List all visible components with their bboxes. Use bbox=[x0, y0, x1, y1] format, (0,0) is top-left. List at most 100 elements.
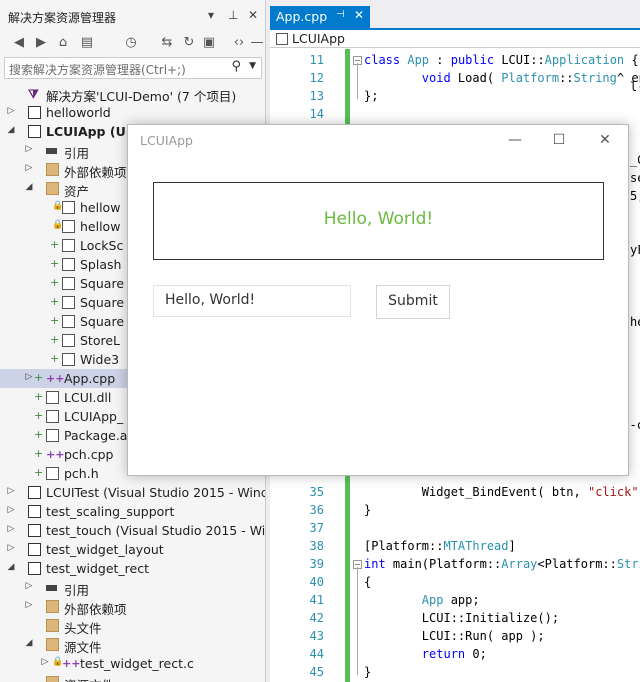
code-token: void bbox=[421, 71, 458, 85]
close-icon[interactable]: ✕ bbox=[354, 8, 364, 22]
references-icon bbox=[46, 585, 57, 591]
tree-item-label: 资源文件 bbox=[64, 675, 114, 682]
tree-item[interactable]: 资源文件 bbox=[0, 673, 265, 682]
code-token: 0; bbox=[472, 647, 487, 661]
tree-item[interactable]: ⧩ 解决方案'LCUI-Demo' (7 个项目) bbox=[0, 84, 265, 104]
line-number: 39 bbox=[309, 557, 324, 571]
collapse-arrow-icon[interactable]: ◢ bbox=[24, 182, 34, 192]
tree-item[interactable]: ◢ 源文件 bbox=[0, 635, 265, 655]
search-input[interactable]: 搜索解决方案资源管理器(Ctrl+;) ⚲ ▼ bbox=[4, 57, 262, 79]
code-line: int main(Platform::Array<Platform::Strin bbox=[364, 557, 640, 571]
pending-add-icon: + bbox=[50, 257, 60, 270]
collapse-all-icon[interactable]: ▣ bbox=[200, 34, 218, 52]
code-token: Strin bbox=[616, 557, 640, 571]
tree-item-label: LCUIApp (U bbox=[46, 124, 126, 139]
expand-arrow-icon[interactable]: ▷ bbox=[40, 657, 50, 667]
line-number: 14 bbox=[309, 107, 324, 121]
code-token: : bbox=[429, 53, 451, 67]
code-line: }; bbox=[364, 89, 378, 103]
home-icon[interactable]: ⌂ bbox=[54, 34, 72, 52]
tree-item[interactable]: ▷ 🔒 ++ test_widget_rect.c bbox=[0, 654, 265, 673]
project-icon bbox=[28, 524, 41, 537]
code-token: :: bbox=[559, 71, 574, 85]
image-icon bbox=[62, 334, 75, 347]
nav-project-label: LCUIApp bbox=[292, 31, 345, 46]
search-placeholder: 搜索解决方案资源管理器(Ctrl+;) bbox=[9, 63, 186, 77]
project-icon bbox=[28, 106, 41, 119]
expand-arrow-icon[interactable]: ▷ bbox=[6, 543, 16, 553]
line-number: 41 bbox=[309, 593, 324, 607]
file-icon bbox=[62, 220, 75, 233]
code-fragment: set bbox=[630, 171, 640, 185]
tree-item-label: test_widget_rect bbox=[46, 561, 149, 576]
expand-arrow-icon[interactable]: ▷ bbox=[24, 372, 34, 382]
refresh-icon[interactable]: ↻ bbox=[180, 34, 198, 52]
code-token: LCUI:: bbox=[501, 53, 545, 67]
tree-item-label: hellow bbox=[80, 200, 121, 215]
code-token: }; bbox=[364, 89, 379, 103]
folder-icon bbox=[46, 619, 59, 632]
navigation-bar[interactable]: LCUIApp bbox=[270, 30, 640, 48]
expand-arrow-icon[interactable]: ▷ bbox=[6, 505, 16, 515]
file-icon bbox=[46, 429, 59, 442]
collapse-arrow-icon[interactable]: ◢ bbox=[6, 125, 16, 135]
search-icon[interactable]: ⚲ bbox=[231, 59, 241, 74]
pending-add-icon: + bbox=[50, 238, 60, 251]
expand-arrow-icon[interactable]: ▷ bbox=[24, 144, 34, 154]
back-icon[interactable]: ◀ bbox=[10, 34, 28, 52]
tree-item[interactable]: ▷ 引用 bbox=[0, 578, 265, 598]
image-icon bbox=[62, 239, 75, 252]
pending-add-icon: + bbox=[50, 295, 60, 308]
close-icon[interactable]: ✕ bbox=[248, 8, 258, 22]
collapse-arrow-icon[interactable]: ◢ bbox=[24, 638, 34, 648]
code-icon[interactable]: ‹› bbox=[230, 34, 248, 52]
code-line: App app; bbox=[364, 593, 480, 607]
line-number: 44 bbox=[309, 647, 324, 661]
panel-dropdown-icon[interactable]: ▾ bbox=[208, 8, 214, 22]
submit-button[interactable]: Submit bbox=[376, 285, 450, 319]
tree-item[interactable]: ▷ test_touch (Visual Studio 2015 - Win bbox=[0, 521, 265, 540]
fold-guide bbox=[357, 567, 358, 675]
editor-tab-bar: App.cpp ⊣ ✕ bbox=[270, 0, 640, 28]
sync-icon[interactable]: ⇆ bbox=[158, 34, 176, 52]
collapse-arrow-icon[interactable]: ◢ bbox=[6, 562, 16, 572]
solution-icon: ⧩ bbox=[28, 87, 39, 101]
search-dropdown-icon[interactable]: ▼ bbox=[249, 61, 256, 71]
pending-add-icon: + bbox=[34, 428, 44, 441]
forward-icon[interactable]: ▶ bbox=[32, 34, 50, 52]
pin-icon[interactable]: ⊣ bbox=[336, 9, 345, 20]
tree-item[interactable]: ▷ helloworld bbox=[0, 103, 265, 122]
folder-icon bbox=[46, 600, 59, 613]
tree-item[interactable]: ◢ test_widget_rect bbox=[0, 559, 265, 578]
tree-item[interactable]: ▷ 外部依赖项 bbox=[0, 597, 265, 617]
project-icon bbox=[28, 486, 41, 499]
expand-arrow-icon[interactable]: ▷ bbox=[24, 163, 34, 173]
tree-item-label: LCUITest (Visual Studio 2015 - Wind bbox=[46, 485, 266, 500]
image-icon bbox=[62, 258, 75, 271]
switch-views-icon[interactable]: ▤ bbox=[78, 34, 96, 52]
expand-arrow-icon[interactable]: ▷ bbox=[6, 106, 16, 116]
tree-item[interactable]: ▷ test_scaling_support bbox=[0, 502, 265, 521]
code-fragment: l( bbox=[630, 80, 640, 94]
close-button[interactable]: ✕ bbox=[590, 129, 620, 151]
tab-app-cpp[interactable]: App.cpp ⊣ ✕ bbox=[270, 6, 370, 28]
text-input[interactable]: Hello, World! bbox=[153, 285, 351, 317]
tree-item[interactable]: ▷ LCUITest (Visual Studio 2015 - Wind bbox=[0, 483, 266, 502]
code-token: "click" bbox=[587, 485, 639, 499]
maximize-button[interactable]: ☐ bbox=[544, 129, 574, 151]
expand-arrow-icon[interactable]: ▷ bbox=[24, 600, 34, 610]
folder-icon bbox=[46, 638, 59, 651]
history-icon[interactable]: ◷ bbox=[122, 34, 140, 52]
expand-arrow-icon[interactable]: ▷ bbox=[6, 486, 16, 496]
folder-icon bbox=[46, 182, 59, 195]
references-icon bbox=[46, 148, 57, 154]
tree-item[interactable]: ▷ test_widget_layout bbox=[0, 540, 265, 559]
pin-icon[interactable]: ⊥ bbox=[228, 8, 238, 22]
cpp-file-icon: ++ bbox=[46, 448, 65, 461]
settings-icon[interactable]: — bbox=[248, 34, 265, 52]
expand-arrow-icon[interactable]: ▷ bbox=[6, 524, 16, 534]
tree-item[interactable]: 头文件 bbox=[0, 616, 265, 636]
expand-arrow-icon[interactable]: ▷ bbox=[24, 581, 34, 591]
minimize-button[interactable]: — bbox=[500, 129, 530, 151]
